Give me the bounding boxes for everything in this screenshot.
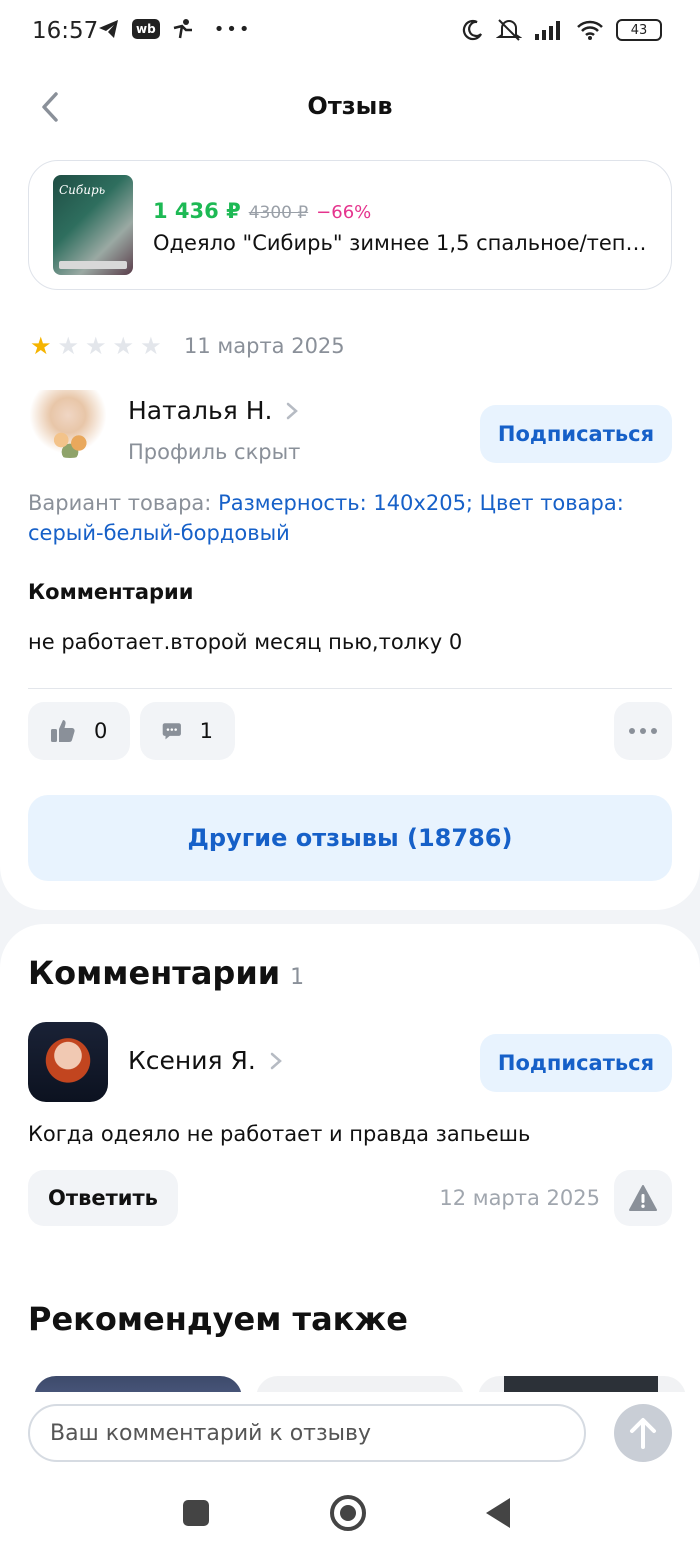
product-card[interactable]: Сибирь 1 436 ₽ 4300 ₽ −66% Одеяло "Сибир… <box>28 160 672 290</box>
star-icon: ★ <box>85 332 107 360</box>
battery-icon: 43 <box>616 19 662 41</box>
recommended-heading: Рекомендуем также <box>28 1300 408 1338</box>
author-profile-status: Профиль скрыт <box>128 440 301 464</box>
review-text: не работает.второй месяц пью,толку 0 <box>28 630 463 654</box>
variant-label: Вариант товара: <box>28 491 212 515</box>
rating-stars: ★ ★ ★ ★ ★ <box>30 334 162 358</box>
wifi-icon <box>577 20 603 40</box>
page-title: Отзыв <box>307 92 393 120</box>
more-notifications-icon: ••• <box>213 18 252 40</box>
chevron-right-icon <box>270 1052 282 1069</box>
comment-author-link[interactable]: Ксения Я. <box>128 1046 282 1075</box>
comments-title: Комментарии <box>28 954 281 992</box>
comment-date: 12 марта 2025 <box>439 1186 600 1210</box>
activity-icon <box>173 19 192 39</box>
comment-author-name: Ксения Я. <box>128 1046 256 1075</box>
replies-button[interactable]: 1 <box>140 702 235 760</box>
recent-apps-button[interactable] <box>183 1500 209 1526</box>
warning-icon <box>629 1185 657 1211</box>
reply-button[interactable]: Ответить <box>28 1170 178 1226</box>
replies-count: 1 <box>199 719 213 743</box>
current-price: 1 436 ₽ <box>153 199 241 223</box>
comments-count: 1 <box>290 965 305 990</box>
product-image: Сибирь <box>53 175 133 275</box>
subscribe-button[interactable]: Подписаться <box>480 1034 672 1092</box>
report-button[interactable] <box>614 1170 672 1226</box>
old-price: 4300 ₽ <box>248 203 309 223</box>
comment-icon <box>162 723 181 740</box>
telegram-icon <box>99 20 118 38</box>
comment-input[interactable] <box>28 1404 586 1462</box>
wildberries-icon: wb <box>132 19 160 39</box>
product-name: Одеяло "Сибирь" зимнее 1,5 спальное/тепл… <box>153 231 653 255</box>
star-icon: ★ <box>140 332 162 360</box>
product-image-caption: Сибирь <box>59 183 106 197</box>
avatar[interactable] <box>28 1022 108 1102</box>
signal-icon <box>535 21 560 40</box>
review-date: 11 марта 2025 <box>184 334 345 358</box>
like-button[interactable]: 0 <box>28 702 130 760</box>
moon-icon <box>462 19 482 41</box>
top-bar: Отзыв <box>0 66 700 150</box>
discount-badge: −66% <box>316 202 372 223</box>
chevron-right-icon <box>287 402 299 419</box>
home-button[interactable] <box>330 1495 366 1531</box>
avatar[interactable] <box>30 390 106 474</box>
review-card: Сибирь 1 436 ₽ 4300 ₽ −66% Одеяло "Сибир… <box>0 150 700 910</box>
silent-icon <box>496 19 522 41</box>
arrow-up-icon <box>630 1418 656 1449</box>
comments-heading: Комментарии 1 <box>28 954 304 992</box>
star-icon: ★ <box>57 332 80 360</box>
divider <box>28 688 672 689</box>
more-options-button[interactable] <box>614 702 672 760</box>
comment-heading: Комментарии <box>28 580 194 604</box>
star-icon: ★ <box>30 332 52 360</box>
price-row: 1 436 ₽ 4300 ₽ −66% <box>153 199 371 223</box>
product-variant: Вариант товара: Размерность: 140х205; Цв… <box>28 488 668 548</box>
thumbs-up-icon <box>51 720 75 742</box>
other-reviews-button[interactable]: Другие отзывы (18786) <box>28 795 672 881</box>
like-count: 0 <box>94 719 108 743</box>
comment-input-bar <box>0 1392 700 1474</box>
author-link[interactable]: Наталья Н. <box>128 396 299 425</box>
status-time: 16:57 <box>32 18 99 44</box>
more-dots-icon <box>629 728 657 734</box>
send-button[interactable] <box>614 1404 672 1462</box>
comment-text: Когда одеяло не работает и правда запьеш… <box>28 1122 531 1146</box>
status-bar: 16:57 wb ••• 43 <box>0 0 700 66</box>
system-nav-bar <box>0 1474 700 1556</box>
subscribe-button[interactable]: Подписаться <box>480 405 672 463</box>
author-name: Наталья Н. <box>128 396 273 425</box>
star-icon: ★ <box>112 332 135 360</box>
system-back-button[interactable] <box>486 1498 510 1528</box>
